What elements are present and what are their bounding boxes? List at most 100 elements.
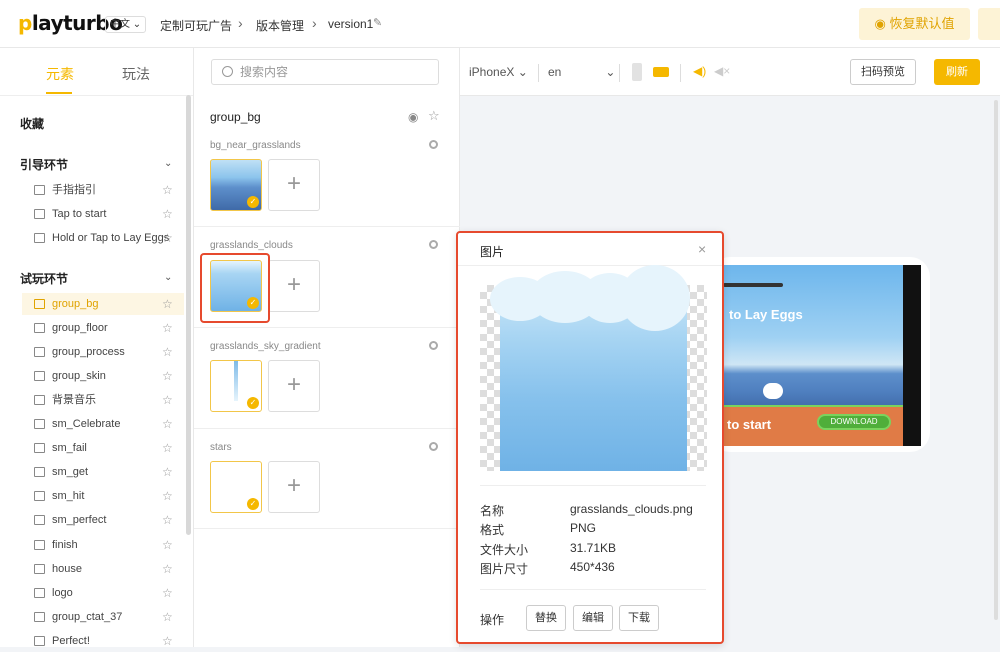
folder-icon (34, 323, 45, 333)
restore-default-button[interactable]: ◉ 恢复默认值 (859, 8, 970, 40)
asset-panel: 搜索内容 group_bg ◉ ☆ bg_near_grasslands ✓ +… (194, 48, 460, 647)
star-icon[interactable]: ☆ (162, 630, 173, 652)
search-input[interactable]: 搜索内容 (211, 59, 439, 85)
slot-title: grasslands_clouds (210, 240, 293, 251)
item-label: group_bg (52, 298, 99, 310)
section-guide[interactable]: 引导环节 (20, 156, 68, 173)
add-asset-button[interactable]: + (268, 360, 320, 412)
star-icon[interactable]: ☆ (162, 558, 173, 580)
sidebar-item-group-process[interactable]: group_process ☆ (22, 341, 184, 363)
star-icon[interactable]: ☆ (162, 389, 173, 411)
sidebar-item-bg-music[interactable]: 背景音乐 ☆ (22, 389, 184, 411)
sidebar-item-group-floor[interactable]: group_floor ☆ (22, 317, 184, 339)
star-icon[interactable]: ☆ (162, 534, 173, 556)
star-icon[interactable]: ☆ (162, 509, 173, 531)
divider (194, 428, 460, 429)
star-icon[interactable]: ☆ (162, 179, 173, 201)
sidebar-item-sm-perfect[interactable]: sm_perfect ☆ (22, 509, 184, 531)
add-asset-button[interactable]: + (268, 260, 320, 312)
sidebar-item-group-bg[interactable]: group_bg ☆ (22, 293, 184, 315)
asset-thumbnail[interactable]: ✓ (210, 360, 262, 412)
portrait-toggle[interactable] (632, 63, 642, 81)
download-asset-button[interactable]: 下载 (619, 605, 659, 631)
sidebar-item-tap-to-start[interactable]: Tap to start ☆ (22, 203, 184, 225)
target-icon[interactable] (429, 240, 438, 249)
section-trial[interactable]: 试玩环节 (20, 270, 68, 287)
star-icon[interactable]: ☆ (162, 461, 173, 483)
field-label: 文件大小 (480, 543, 529, 557)
breadcrumb-custom-ads[interactable]: 定制可玩广告 (160, 17, 232, 34)
breadcrumb-version-manage[interactable]: 版本管理 (256, 17, 304, 34)
field-value-format: PNG (570, 521, 597, 535)
edit-pencil-icon[interactable]: ✎ (373, 16, 382, 29)
check-icon: ✓ (247, 498, 259, 510)
sidebar-item-house[interactable]: house ☆ (22, 558, 184, 580)
star-icon[interactable]: ☆ (162, 485, 173, 507)
target-icon[interactable] (429, 140, 438, 149)
star-icon[interactable]: ☆ (162, 293, 173, 315)
volume-icon[interactable]: ◀) (693, 64, 706, 78)
star-icon[interactable]: ☆ (162, 413, 173, 435)
sidebar-item-sm-hit[interactable]: sm_hit ☆ (22, 485, 184, 507)
mute-icon[interactable]: ◀× (714, 64, 730, 78)
replace-button[interactable]: 替换 (526, 605, 566, 631)
star-icon[interactable]: ☆ (162, 227, 173, 249)
sidebar-item-perfect[interactable]: Perfect! ☆ (22, 630, 184, 652)
star-icon[interactable]: ☆ (162, 365, 173, 387)
star-icon[interactable]: ☆ (162, 606, 173, 628)
add-asset-button[interactable]: + (268, 461, 320, 513)
asset-thumbnail[interactable]: ✓ (210, 461, 262, 513)
sidebar-item-finger-guide[interactable]: 手指指引 ☆ (22, 179, 184, 201)
sidebar-item-group-ctat-37[interactable]: group_ctat_37 ☆ (22, 606, 184, 628)
download-button[interactable]: DOWNLOAD (817, 414, 891, 430)
target-icon[interactable] (429, 442, 438, 451)
language-label: 中文 (110, 19, 130, 30)
landscape-toggle[interactable] (653, 67, 669, 77)
divider (194, 327, 460, 328)
sidebar-item-sm-get[interactable]: sm_get ☆ (22, 461, 184, 483)
sidebar-item-group-skin[interactable]: group_skin ☆ (22, 365, 184, 387)
close-icon[interactable]: × (698, 241, 706, 257)
star-icon[interactable]: ☆ (162, 341, 173, 363)
star-icon[interactable]: ☆ (428, 108, 440, 124)
target-icon[interactable] (429, 341, 438, 350)
star-icon[interactable]: ☆ (162, 317, 173, 339)
item-label: 背景音乐 (52, 394, 96, 406)
sidebar-item-logo[interactable]: logo ☆ (22, 582, 184, 604)
star-icon[interactable]: ☆ (162, 203, 173, 225)
active-tab-underline (46, 92, 72, 94)
tab-gameplay[interactable]: 玩法 (122, 64, 150, 84)
tab-elements[interactable]: 元素 (46, 64, 74, 84)
sidebar-item-finish[interactable]: finish ☆ (22, 534, 184, 556)
language-select[interactable]: 中文 ⌄ (105, 16, 147, 33)
eye-icon[interactable]: ◉ (408, 110, 418, 124)
sidebar-scrollbar[interactable] (186, 95, 191, 535)
item-label: Perfect! (52, 635, 90, 647)
divider (194, 226, 460, 227)
star-icon[interactable]: ☆ (162, 582, 173, 604)
group-title: group_bg (210, 110, 261, 124)
check-icon: ✓ (247, 397, 259, 409)
game-preview[interactable]: to Lay Eggs to start DOWNLOAD (723, 265, 921, 446)
item-label: sm_fail (52, 442, 87, 454)
section-favorites[interactable]: 收藏 (20, 115, 44, 132)
qr-preview-button[interactable]: 扫码预览 (850, 59, 916, 85)
edit-button[interactable]: 编辑 (573, 605, 613, 631)
language-select[interactable]: en ⌄ (548, 65, 615, 79)
item-label: finish (52, 539, 78, 551)
star-icon[interactable]: ☆ (162, 437, 173, 459)
sidebar-item-sm-celebrate[interactable]: sm_Celebrate ☆ (22, 413, 184, 435)
add-asset-button[interactable]: + (268, 159, 320, 211)
refresh-button[interactable]: 刷新 (934, 59, 980, 85)
publish-button[interactable] (978, 8, 1000, 40)
device-select[interactable]: iPhoneX ⌄ (469, 65, 528, 79)
image-icon (34, 540, 45, 550)
chevron-down-icon[interactable]: ⌄ (164, 158, 172, 169)
preview-toolbar: iPhoneX ⌄ en ⌄ ◀) ◀× 扫码预览 刷新 (460, 48, 1000, 96)
sidebar-item-hold-or-tap[interactable]: Hold or Tap to Lay Eggs ☆ (22, 227, 184, 249)
sidebar-item-sm-fail[interactable]: sm_fail ☆ (22, 437, 184, 459)
preview-scrollbar[interactable] (994, 100, 998, 620)
asset-thumbnail[interactable]: ✓ (210, 159, 262, 211)
chevron-down-icon[interactable]: ⌄ (164, 272, 172, 283)
music-icon (34, 395, 45, 405)
